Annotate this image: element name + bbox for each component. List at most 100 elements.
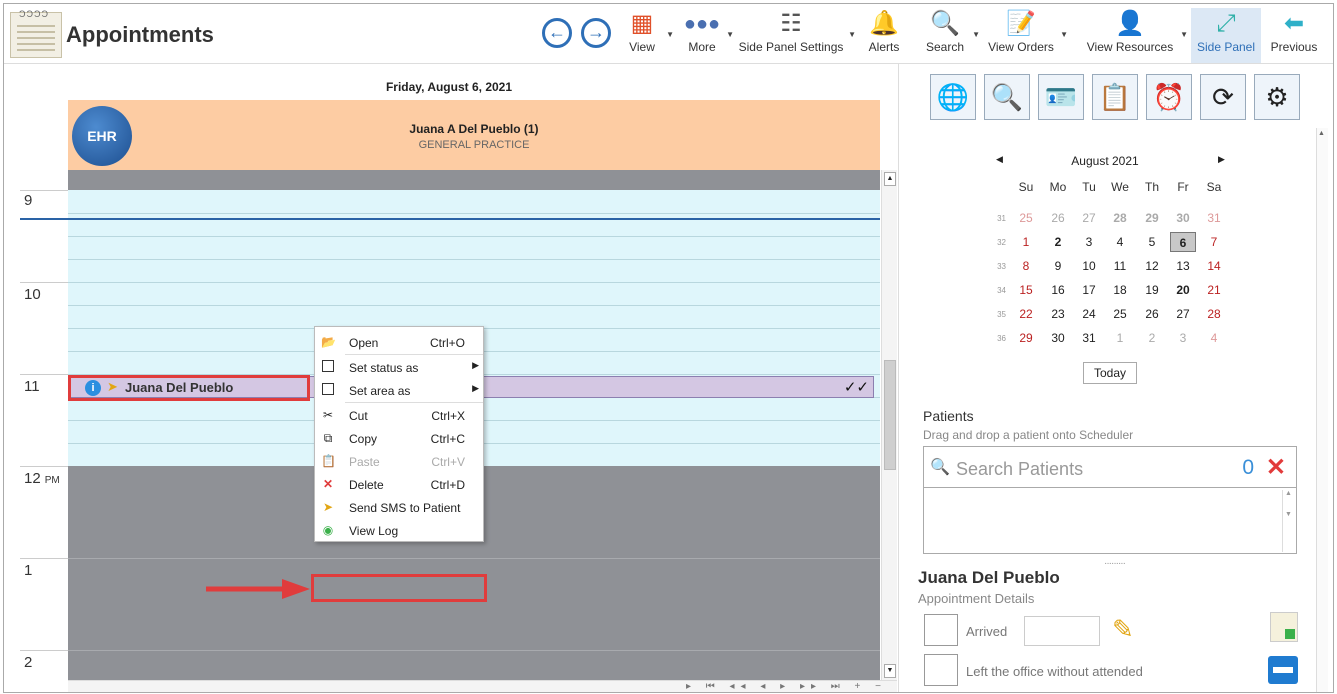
calendar-day[interactable]: 1 [1013, 232, 1039, 252]
arrived-checkbox[interactable] [924, 614, 958, 646]
calendar-day[interactable]: 12 [1139, 256, 1165, 276]
alerts-button[interactable]: 🔔 Alerts [864, 8, 904, 63]
calendar-day[interactable]: 15 [1013, 280, 1039, 300]
more-button[interactable]: ●●● More ▼ [682, 8, 734, 63]
calendar-day[interactable]: 11 [1107, 256, 1133, 276]
calendar-day[interactable]: 28 [1107, 208, 1133, 228]
calendar-day[interactable]: 4 [1201, 328, 1227, 348]
list-scrollbar[interactable]: ▲ ▼ [1282, 490, 1294, 552]
back-arrow-icon[interactable]: ← [542, 18, 572, 48]
calendar-day[interactable]: 5 [1139, 232, 1165, 252]
calendar-day[interactable]: 25 [1013, 208, 1039, 228]
calendar-day[interactable]: 30 [1170, 208, 1196, 228]
refresh-icon[interactable]: ⟳ [1200, 74, 1246, 120]
calendar-day[interactable]: 2 [1139, 328, 1165, 348]
calendar-day[interactable]: 4 [1107, 232, 1133, 252]
calendar-day[interactable]: 3 [1076, 232, 1102, 252]
arrived-time-input[interactable] [1024, 616, 1100, 646]
calendar-day[interactable]: 26 [1045, 208, 1071, 228]
chevron-down-icon[interactable]: ▼ [848, 30, 856, 39]
calendar-day[interactable]: 29 [1013, 328, 1039, 348]
pencil-edit-icon[interactable]: ✎ [1112, 614, 1134, 645]
calendar-day[interactable]: 13 [1170, 256, 1196, 276]
calendar-day[interactable]: 27 [1170, 304, 1196, 324]
view-orders-button[interactable]: 📝 View Orders ▼ [986, 8, 1068, 63]
calendar-day[interactable]: 18 [1107, 280, 1133, 300]
side-panel: 🌐 🔍 🪪 📋 ⏰ ⟳ ⚙ ◀ August 2021 ▶ Su Mo Tu We Th… [900, 64, 1333, 692]
view-resources-button[interactable]: 👤 View Resources ▼ [1084, 8, 1188, 63]
scheduler-vertical-scrollbar[interactable]: ▲ ▼ [881, 170, 897, 680]
calendar-day[interactable]: 10 [1076, 256, 1102, 276]
menu-item-copy[interactable]: ⧉ Copy Ctrl+C [315, 427, 485, 450]
calendar-next-icon[interactable]: ▶ [1218, 154, 1225, 165]
calendar-day[interactable]: 1 [1107, 328, 1133, 348]
search-icon[interactable]: 🔍 [984, 74, 1030, 120]
chevron-down-icon[interactable]: ▼ [1180, 30, 1188, 39]
calendar-day[interactable]: 28 [1201, 304, 1227, 324]
calendar-day[interactable]: 14 [1201, 256, 1227, 276]
inbox-tray-icon[interactable] [1268, 656, 1298, 684]
document-download-icon[interactable] [1270, 612, 1298, 642]
side-panel-settings-button[interactable]: ☷ Side Panel Settings ▼ [738, 8, 856, 63]
clipboard-list-icon[interactable]: 📋 [1092, 74, 1138, 120]
menu-item-cut[interactable]: ✂ Cut Ctrl+X [315, 404, 485, 427]
menu-item-view-log[interactable]: ◉ View Log [315, 519, 485, 542]
calendar-day[interactable]: 23 [1045, 304, 1071, 324]
previous-button[interactable]: ⬅ Previous [1266, 8, 1322, 63]
calendar-day[interactable]: 22 [1013, 304, 1039, 324]
slot-line [68, 558, 880, 559]
calendar-day[interactable]: 17 [1076, 280, 1102, 300]
calendar-day[interactable]: 29 [1139, 208, 1165, 228]
calendar-day[interactable]: 3 [1170, 328, 1196, 348]
chevron-down-icon[interactable]: ▼ [972, 30, 980, 39]
calendar-day[interactable]: 2 [1045, 232, 1071, 252]
calendar-day[interactable]: 30 [1045, 328, 1071, 348]
side-panel-scrollbar[interactable]: ▲ [1316, 128, 1328, 692]
calendar-dow-label: Tu [1082, 180, 1096, 194]
menu-item-set-area[interactable]: Set area as ▶ [315, 379, 485, 402]
forward-arrow-icon[interactable]: → [581, 18, 611, 48]
calendar-day[interactable]: 8 [1013, 256, 1039, 276]
patient-results-list[interactable]: ▲ ▼ [923, 488, 1297, 554]
side-panel-button[interactable]: ⤢ Side Panel [1191, 8, 1261, 63]
patient-search-input[interactable]: 🔍 Search Patients 0 ✕ [923, 446, 1297, 488]
chevron-down-icon[interactable]: ▼ [726, 30, 734, 39]
calendar-day[interactable]: 21 [1201, 280, 1227, 300]
scroll-thumb[interactable] [884, 360, 896, 470]
toolbar: ϽϽϽϽ Appointments ← → ▦ View ▼ ●●● More … [4, 4, 1333, 64]
pointer-arrow-icon [206, 579, 310, 599]
calendar-day[interactable]: 27 [1076, 208, 1102, 228]
menu-item-delete[interactable]: ✕ Delete Ctrl+D [315, 473, 485, 496]
scroll-up-icon[interactable]: ▲ [1318, 130, 1325, 137]
contact-card-icon[interactable]: 🪪 [1038, 74, 1084, 120]
scroll-down-icon[interactable]: ▼ [884, 664, 896, 678]
calendar-day[interactable]: 19 [1139, 280, 1165, 300]
calendar-day[interactable]: 26 [1139, 304, 1165, 324]
calendar-day[interactable]: 7 [1201, 232, 1227, 252]
calendar-day[interactable]: 20 [1170, 280, 1196, 300]
date-navigation-icons[interactable]: ▸ ⏮ ◂◂ ◂ ▸ ▸▸ ⏭ + − [686, 681, 887, 692]
calendar-day[interactable]: 16 [1045, 280, 1071, 300]
menu-item-open[interactable]: 📂 Open Ctrl+O [315, 331, 485, 354]
calendar-day[interactable]: 31 [1076, 328, 1102, 348]
network-globe-icon[interactable]: 🌐 [930, 74, 976, 120]
menu-item-set-status[interactable]: Set status as ▶ [315, 356, 485, 379]
view-button[interactable]: ▦ View ▼ [622, 8, 674, 63]
clear-x-icon[interactable]: ✕ [1266, 453, 1286, 482]
gears-icon[interactable]: ⚙ [1254, 74, 1300, 120]
chevron-down-icon[interactable]: ▼ [1060, 30, 1068, 39]
alarm-clock-icon[interactable]: ⏰ [1146, 74, 1192, 120]
scroll-up-icon[interactable]: ▲ [884, 172, 896, 186]
menu-item-send-sms[interactable]: ➤ Send SMS to Patient [315, 496, 485, 519]
today-button[interactable]: Today [1083, 362, 1137, 384]
calendar-day[interactable]: 6 [1170, 232, 1196, 252]
calendar-day[interactable]: 9 [1045, 256, 1071, 276]
left-office-checkbox[interactable] [924, 654, 958, 686]
calendar-day[interactable]: 25 [1107, 304, 1133, 324]
resize-handle[interactable]: ········· [1104, 558, 1126, 569]
chevron-down-icon[interactable]: ▼ [666, 30, 674, 39]
scheduler-horizontal-scrollbar[interactable]: ▸ ⏮ ◂◂ ◂ ▸ ▸▸ ⏭ + − [68, 680, 897, 692]
search-button[interactable]: 🔍 Search ▼ [922, 8, 980, 63]
calendar-day[interactable]: 24 [1076, 304, 1102, 324]
calendar-day[interactable]: 31 [1201, 208, 1227, 228]
